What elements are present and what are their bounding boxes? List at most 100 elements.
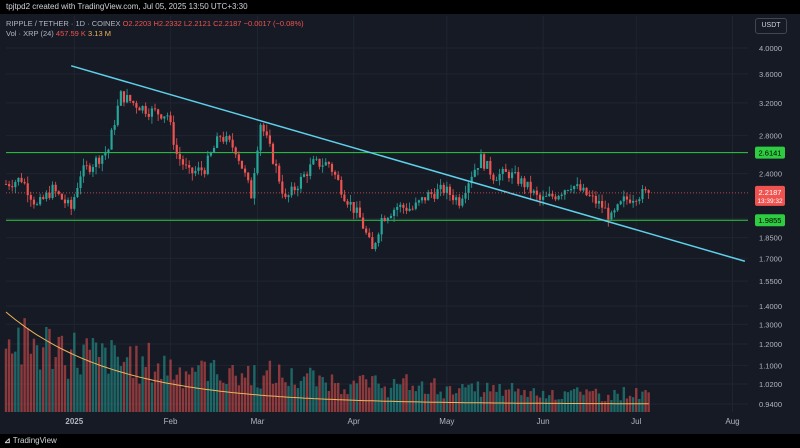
volume-bar: [32, 338, 36, 412]
volume-bar: [538, 397, 542, 412]
volume-bar: [610, 400, 613, 412]
candle-body: [35, 204, 39, 206]
volume-bar: [38, 369, 42, 412]
volume-bar: [442, 398, 445, 412]
volume-bar: [14, 351, 17, 412]
candle-body: [405, 207, 408, 211]
volume-bar: [439, 391, 442, 412]
candle-body: [377, 234, 380, 243]
volume-bar: [644, 390, 647, 412]
candle-body: [299, 176, 303, 189]
x-tick-label: Mar: [251, 417, 265, 426]
candle-body: [163, 116, 166, 119]
candle-body: [439, 184, 442, 190]
candle-body: [166, 115, 169, 117]
legend-close: C2.2187: [213, 19, 242, 28]
candle-body: [551, 193, 554, 197]
candle-body: [271, 143, 275, 164]
candle-body: [216, 136, 219, 148]
legend-volume-label[interactable]: Vol · XRP (24): [6, 29, 54, 38]
volume-bar: [169, 359, 172, 412]
candle-body: [70, 199, 73, 209]
volume-bar: [166, 375, 169, 412]
y-tick-label: 1.2000: [759, 340, 782, 349]
candle-body: [23, 182, 26, 184]
candle-body: [371, 237, 374, 250]
candle-body: [591, 195, 594, 197]
volume-bar: [219, 380, 222, 412]
volume-bar: [501, 395, 504, 412]
candle-body: [57, 191, 60, 194]
candle-body: [647, 190, 650, 193]
y-tick-label: 1.7000: [759, 254, 782, 263]
candle-body: [374, 242, 377, 250]
volume-bar: [184, 371, 188, 412]
candle-body: [315, 158, 318, 160]
level-price-label: 2.6141: [759, 149, 782, 158]
volume-bar: [23, 318, 26, 412]
volume-bar: [147, 342, 151, 412]
candle-body: [529, 181, 532, 193]
candle-body: [613, 210, 616, 213]
volume-bar: [215, 374, 219, 412]
volume-bar: [321, 377, 324, 412]
candle-body: [433, 193, 436, 199]
volume-bar: [585, 389, 588, 412]
volume-bar: [486, 382, 489, 412]
x-tick-label: 2025: [65, 417, 83, 426]
candle-body: [91, 167, 95, 172]
x-tick-label: Apr: [347, 417, 360, 426]
legend-symbol[interactable]: RIPPLE / TETHER · 1D · COINEX: [6, 19, 120, 28]
volume-bar: [489, 391, 492, 412]
volume-bar: [395, 383, 399, 412]
candle-body: [281, 181, 284, 194]
volume-bar: [271, 383, 275, 412]
volume-bar: [7, 339, 11, 412]
candle-body: [334, 171, 337, 175]
candle-body: [147, 113, 150, 117]
candle-body: [82, 165, 85, 177]
y-tick-label: 3.6000: [759, 70, 782, 79]
legend-change: −0.0017 (−0.08%): [243, 19, 304, 28]
candle-body: [582, 187, 585, 191]
candle-body: [566, 190, 570, 191]
candle-body: [498, 174, 501, 181]
volume-bar: [225, 383, 228, 412]
tradingview-logo-icon[interactable]: ⊿: [4, 434, 11, 448]
y-tick-label: 0.9400: [759, 400, 782, 409]
candle-body: [132, 101, 135, 103]
candle-body: [306, 174, 309, 176]
volume-bar: [302, 376, 306, 412]
candle-body: [284, 193, 287, 198]
volume-bar: [554, 399, 557, 412]
candle-body: [442, 184, 445, 193]
candle-body: [169, 115, 172, 123]
candle-body: [414, 202, 417, 209]
candle-body: [507, 171, 511, 179]
currency-button[interactable]: USDT: [755, 18, 787, 34]
candle-body: [8, 184, 11, 187]
candle-body: [219, 136, 222, 138]
volume-bar: [635, 388, 638, 412]
candle-body: [150, 108, 154, 117]
candle-body: [175, 144, 178, 154]
candle-body: [340, 179, 343, 195]
candle-body: [225, 136, 228, 142]
volume-bar: [234, 375, 237, 412]
brand-name[interactable]: TradingView: [13, 436, 57, 445]
volume-bar: [231, 365, 234, 412]
candle-body: [129, 95, 132, 102]
volume-bar: [88, 349, 92, 412]
volume-bar: [448, 386, 452, 412]
volume-bar: [358, 375, 362, 412]
volume-bar: [54, 357, 57, 412]
candle-body: [355, 207, 358, 213]
volume-bar: [113, 345, 116, 412]
legend-volume-value: 457.59 K: [55, 29, 86, 38]
volume-bar: [175, 374, 178, 412]
candle-body: [352, 201, 355, 213]
candle-body: [526, 181, 529, 188]
price-chart[interactable]: 4.00003.60003.20002.80002.40002.00001.85…: [0, 0, 800, 448]
volume-bar: [458, 388, 461, 412]
candle-body: [560, 194, 563, 196]
